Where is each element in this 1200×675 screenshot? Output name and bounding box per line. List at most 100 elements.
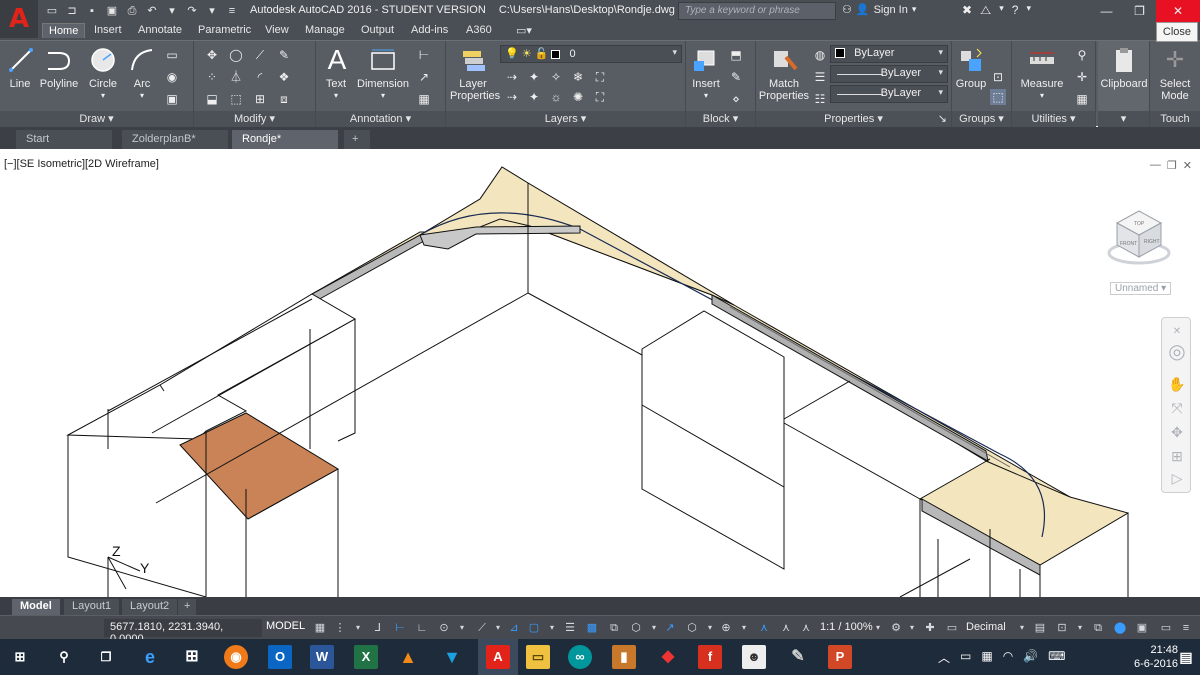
- new-file-tab-button[interactable]: +: [344, 130, 370, 149]
- object-snap-icon[interactable]: ▢: [526, 620, 542, 636]
- chevron-down-icon[interactable]: ▾: [646, 620, 662, 636]
- autocad-taskbar-icon[interactable]: A: [486, 645, 510, 669]
- dynamic-ucs-icon[interactable]: ↗: [662, 620, 678, 636]
- edge-browser-icon[interactable]: e: [138, 645, 162, 669]
- explode-icon[interactable]: ❖: [276, 69, 292, 85]
- trim-icon[interactable]: ⟋: [252, 47, 268, 63]
- selection-cycling-icon[interactable]: ⧉: [606, 620, 622, 636]
- ortho-icon[interactable]: ∟: [414, 620, 430, 636]
- chevron-down-icon[interactable]: ▾: [1014, 620, 1030, 636]
- layout-tab-layout1[interactable]: Layout1: [64, 599, 120, 615]
- task-view-icon[interactable]: ❐: [94, 645, 118, 669]
- undo-icon[interactable]: ↶: [144, 3, 160, 19]
- taskbar-clock[interactable]: 21:48 6-6-2016: [1134, 643, 1178, 671]
- lineweight-display-icon[interactable]: ☰: [562, 620, 578, 636]
- hatch-icon[interactable]: ◉: [164, 69, 180, 85]
- tab-insert[interactable]: Insert: [88, 23, 128, 37]
- app-tool-icon[interactable]: ▮: [612, 645, 636, 669]
- model-space-button[interactable]: MODEL: [266, 620, 305, 632]
- tray-app-icon[interactable]: ▭: [960, 649, 971, 666]
- chevron-down-icon[interactable]: ▾: [350, 620, 366, 636]
- group-button[interactable]: Group: [954, 45, 988, 90]
- customize-qat-icon[interactable]: ≡: [224, 3, 240, 19]
- chevron-down-icon[interactable]: ▾: [702, 620, 718, 636]
- groups-panel-title[interactable]: Groups ▾: [952, 111, 1011, 127]
- insert-button[interactable]: Insert ▾: [688, 45, 724, 102]
- layer-freeze-icon[interactable]: ❄: [570, 69, 586, 85]
- leader-icon[interactable]: ↗: [416, 69, 432, 85]
- layer-isolate-icon[interactable]: ✧: [548, 69, 564, 85]
- chevron-down-icon[interactable]: ▾: [454, 620, 470, 636]
- file-tab-rondje[interactable]: Rondje*: [232, 130, 338, 149]
- dynamic-input-icon[interactable]: ⊢: [392, 620, 408, 636]
- color-dropdown[interactable]: ByLayer ▾: [830, 45, 948, 63]
- tray-network-icon[interactable]: ▦: [981, 649, 992, 666]
- autodesk-a360-icon[interactable]: ⧍: [980, 3, 991, 18]
- windows-start-icon[interactable]: ⊞: [8, 645, 32, 669]
- mirror-icon[interactable]: ⏃: [228, 69, 244, 85]
- tab-add-ins[interactable]: Add-ins: [405, 23, 454, 37]
- tab-annotate[interactable]: Annotate: [132, 23, 188, 37]
- tray-wifi-icon[interactable]: ◠: [1003, 649, 1013, 666]
- file-tab-zolderplanb[interactable]: ZolderplanB*: [122, 130, 228, 149]
- rectangle-icon[interactable]: ▭: [164, 47, 180, 63]
- create-block-icon[interactable]: ⬒: [728, 47, 744, 63]
- offset-icon[interactable]: ⧈: [276, 91, 292, 107]
- viewcube[interactable]: TOP FRONT RIGHT: [1104, 201, 1174, 271]
- navbar-play-icon[interactable]: ▷: [1167, 468, 1187, 488]
- draw-panel-title[interactable]: Draw ▾: [0, 111, 193, 127]
- object-snap-tracking-icon[interactable]: ⊿: [506, 620, 522, 636]
- block-panel-title[interactable]: Block ▾: [686, 111, 755, 127]
- scale-icon[interactable]: ⬚: [228, 91, 244, 107]
- chevron-down-icon[interactable]: ▾: [1026, 3, 1031, 18]
- polyline-button[interactable]: Polyline: [38, 45, 80, 90]
- outlook-icon[interactable]: O: [268, 645, 292, 669]
- app-arrow-icon[interactable]: ▼: [440, 645, 464, 669]
- annotation-scale-icon[interactable]: ⋏: [798, 620, 814, 636]
- store-icon[interactable]: ⊞: [180, 645, 204, 669]
- customization-icon[interactable]: ≡: [1178, 620, 1194, 636]
- point-icon[interactable]: ✛: [1074, 69, 1090, 85]
- copy-icon[interactable]: ⁘: [204, 69, 220, 85]
- tray-volume-icon[interactable]: 🔊: [1023, 649, 1038, 666]
- hardware-acceleration-icon[interactable]: ⬤: [1112, 620, 1128, 636]
- navbar-close-icon[interactable]: ✕: [1167, 322, 1187, 342]
- tab-a360[interactable]: A360: [460, 23, 498, 37]
- measure-button[interactable]: Measure ▾: [1016, 45, 1068, 102]
- fullscreen-icon[interactable]: ▭: [1158, 620, 1174, 636]
- calculator-icon[interactable]: ▦: [1074, 91, 1090, 107]
- select-mode-button[interactable]: ✛ Select Mode: [1152, 45, 1198, 103]
- chevron-down-icon[interactable]: ▾: [1072, 620, 1088, 636]
- layer-off-icon[interactable]: ✦: [526, 69, 542, 85]
- powerpoint-icon[interactable]: P: [828, 645, 852, 669]
- tab-parametric[interactable]: Parametric: [192, 23, 257, 37]
- lineweight-dropdown[interactable]: ByLayer ▾: [830, 85, 948, 103]
- quick-properties-icon[interactable]: ▤: [1032, 620, 1048, 636]
- layer-lock-icon[interactable]: ⛶: [592, 69, 608, 85]
- table-icon[interactable]: ▦: [416, 91, 432, 107]
- zoom-extents-icon[interactable]: ⤧: [1167, 398, 1187, 418]
- save-icon[interactable]: ▪: [84, 3, 100, 19]
- isometric-drafting-icon[interactable]: ⟋: [474, 620, 490, 636]
- polar-tracking-icon[interactable]: ⊙: [436, 620, 452, 636]
- new-layout-button[interactable]: +: [178, 599, 197, 615]
- arc-button[interactable]: Arc ▾: [126, 45, 158, 102]
- touch-panel-title[interactable]: Touch: [1150, 111, 1200, 127]
- redo-icon[interactable]: ↷: [184, 3, 200, 19]
- open-file-icon[interactable]: ⊐: [64, 3, 80, 19]
- arduino-icon[interactable]: ∞: [568, 645, 592, 669]
- layer-unlock-icon[interactable]: ⛶: [592, 89, 608, 105]
- gizmo-icon[interactable]: ⊕: [718, 620, 734, 636]
- undo-dropdown-icon[interactable]: ▾: [164, 3, 180, 19]
- layer-unisolate-icon[interactable]: ⇢: [504, 89, 520, 105]
- chevron-down-icon[interactable]: ▾: [490, 620, 506, 636]
- sign-in-button[interactable]: ⚇ 👤 Sign In ▾: [842, 3, 916, 17]
- close-button[interactable]: ✕: [1156, 0, 1200, 22]
- edit-block-icon[interactable]: ✎: [728, 69, 744, 85]
- layer-dropdown[interactable]: 💡 ☀ 🔓 0 ▾: [500, 45, 682, 63]
- isolate-objects-icon[interactable]: ⧉: [1090, 620, 1106, 636]
- chevron-down-icon[interactable]: ▾: [544, 620, 560, 636]
- tray-expand-icon[interactable]: ︿: [938, 649, 950, 666]
- chevron-down-icon[interactable]: ▾: [736, 620, 752, 636]
- application-menu-button[interactable]: A: [0, 0, 38, 38]
